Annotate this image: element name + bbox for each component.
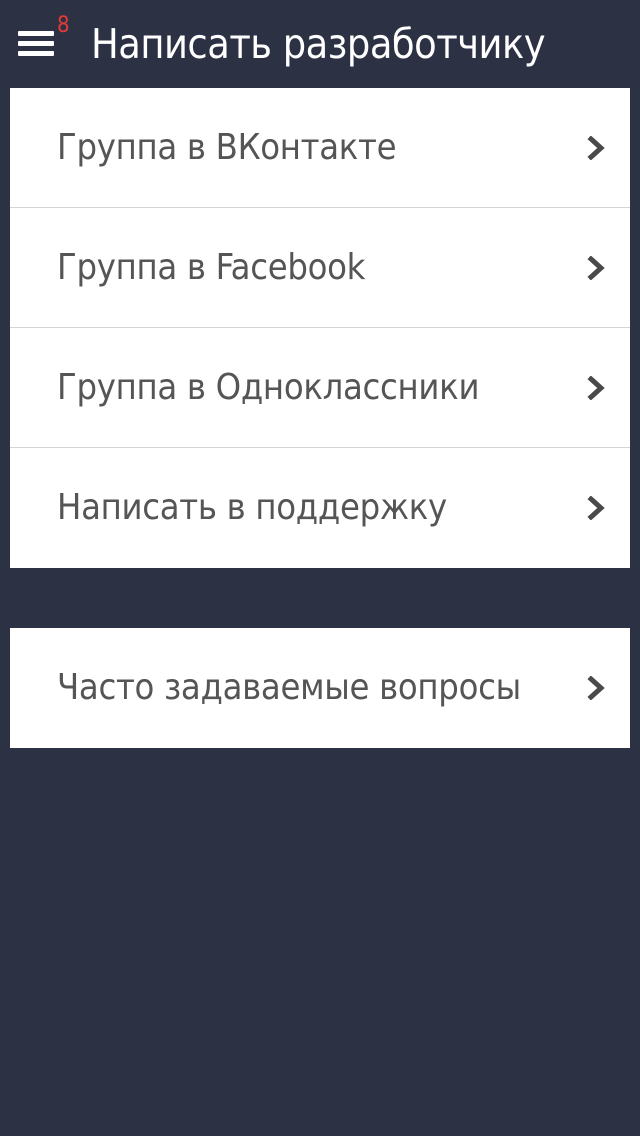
list-item-label: Группа в ВКонтакте [57,127,397,168]
chevron-right-icon [587,496,605,520]
menu-button[interactable] [18,26,58,62]
list-item-vkontakte[interactable]: Группа в ВКонтакте [10,88,630,208]
list-item-label: Часто задаваемые вопросы [57,667,521,708]
chevron-right-icon [587,376,605,400]
list-item-label: Группа в Facebook [57,247,366,288]
list-item-label: Написать в поддержку [57,487,447,528]
app-header: 8 Написать разработчику [0,0,640,88]
notification-badge: 8 [57,13,70,38]
list-item-odnoklassniki[interactable]: Группа в Одноклассники [10,328,630,448]
list-item-support[interactable]: Написать в поддержку [10,448,630,568]
faq-list: Часто задаваемые вопросы [10,628,630,748]
list-item-faq[interactable]: Часто задаваемые вопросы [10,628,630,748]
list-item-label: Группа в Одноклассники [57,367,480,408]
chevron-right-icon [587,136,605,160]
chevron-right-icon [587,676,605,700]
chevron-right-icon [587,256,605,280]
page-title: Написать разработчику [91,20,546,68]
social-links-list: Группа в ВКонтакте Группа в Facebook Гру… [10,88,630,568]
list-item-facebook[interactable]: Группа в Facebook [10,208,630,328]
